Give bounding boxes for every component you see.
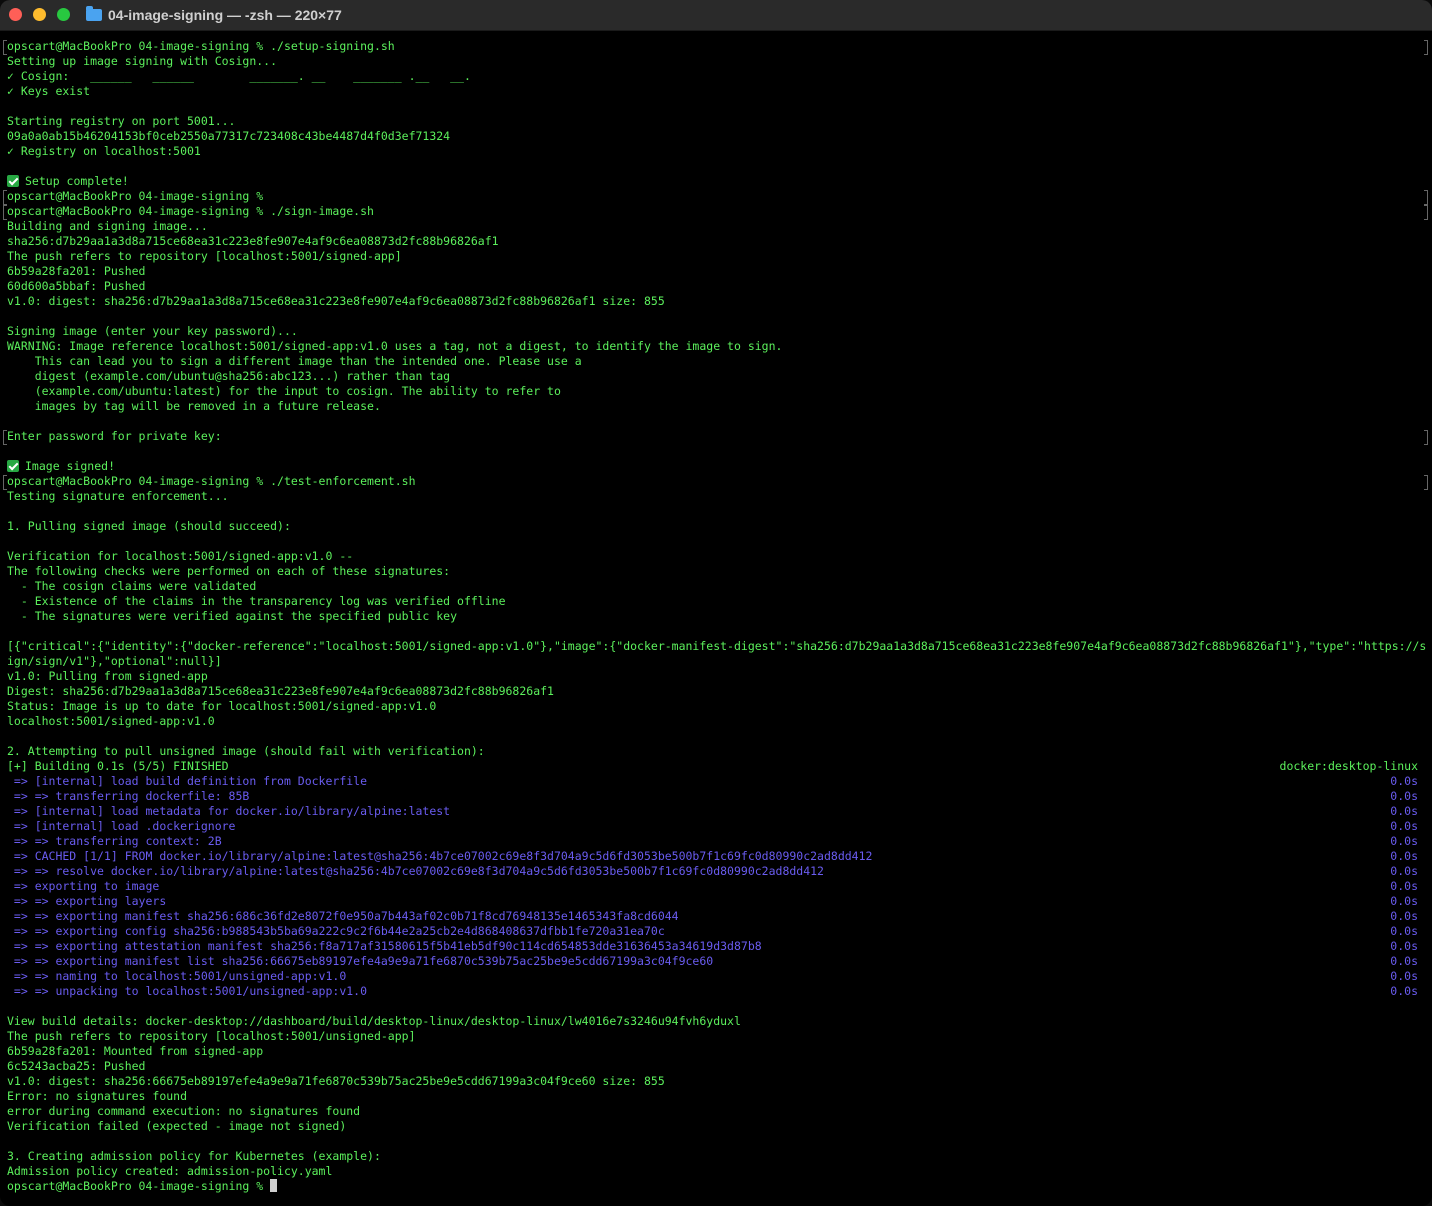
terminal-line: v1.0: digest: sha256:66675eb89197efe4a9e… — [7, 1074, 665, 1088]
terminal-line: - The signatures were verified against t… — [7, 609, 458, 623]
builder-name: docker:desktop-linux — [1279, 759, 1418, 773]
build-step-time: 0.0s — [1390, 954, 1418, 968]
terminal-line: Admission policy created: admission-poli… — [7, 1164, 333, 1178]
build-step-time: 0.0s — [1390, 834, 1418, 848]
build-step-time: 0.0s — [1390, 819, 1418, 833]
terminal-line: - The cosign claims were validated — [7, 579, 257, 593]
prompt-text: opscart@MacBookPro 04-image-signing % — [7, 1179, 271, 1193]
terminal-line: Enter password for private key: — [7, 429, 222, 443]
zoom-window-button[interactable] — [57, 8, 70, 21]
terminal-line: 6b59a28fa201: Pushed — [7, 264, 146, 278]
check-mark-icon — [7, 175, 19, 187]
minimize-window-button[interactable] — [33, 8, 46, 21]
build-step-time: 0.0s — [1390, 864, 1418, 878]
terminal-line: error during command execution: no signa… — [7, 1104, 361, 1118]
terminal-line: Digest: sha256:d7b29aa1a3d8a715ce68ea31c… — [7, 684, 554, 698]
terminal-line: Error: no signatures found — [7, 1089, 188, 1103]
build-step-time: 0.0s — [1390, 909, 1418, 923]
terminal-line: Setup complete! — [7, 174, 1427, 189]
terminal-line: WARNING: Image reference localhost:5001/… — [7, 339, 783, 353]
build-step-time: 0.0s — [1390, 939, 1418, 953]
terminal-line: Starting registry on port 5001... — [7, 114, 236, 128]
terminal-line: v1.0: Pulling from signed-app — [7, 669, 208, 683]
terminal-line: 09a0a0ab15b46204153bf0ceb2550a77317c7234… — [7, 129, 451, 143]
terminal-line: v1.0: digest: sha256:d7b29aa1a3d8a715ce6… — [7, 294, 665, 308]
terminal-line: View build details: docker-desktop://das… — [7, 1014, 741, 1028]
build-step-time: 0.0s — [1390, 984, 1418, 998]
build-step-time: 0.0s — [1390, 849, 1418, 863]
terminal-line: opscart@MacBookPro 04-image-signing % ./… — [7, 204, 374, 218]
terminal-line: Setting up image signing with Cosign... — [7, 54, 278, 68]
terminal-line: opscart@MacBookPro 04-image-signing % — [7, 189, 264, 203]
terminal-line: 2. Attempting to pull unsigned image (sh… — [7, 744, 485, 758]
terminal-line: ign/sign/v1"},"optional":null}] — [7, 654, 222, 668]
terminal-line: - Existence of the claims in the transpa… — [7, 594, 506, 608]
terminal-line: 6b59a28fa201: Mounted from signed-app — [7, 1044, 264, 1058]
terminal-line: opscart@MacBookPro 04-image-signing % ./… — [7, 39, 395, 53]
terminal-line: Status: Image is up to date for localhos… — [7, 699, 437, 713]
terminal-line: Verification for localhost:5001/signed-a… — [7, 549, 354, 563]
terminal-line: Image signed! — [7, 459, 1427, 474]
window-title: 04-image-signing — -zsh — 220×77 — [108, 7, 342, 23]
terminal-line: The push refers to repository [localhost… — [7, 249, 402, 263]
terminal-line: This can lead you to sign a different im… — [7, 354, 582, 368]
terminal-line: (example.com/ubuntu:latest) for the inpu… — [7, 384, 561, 398]
terminal-line: 6c5243acba25: Pushed — [7, 1059, 146, 1073]
check-mark-icon — [7, 460, 19, 472]
terminal-line: 3. Creating admission policy for Kuberne… — [7, 1149, 381, 1163]
terminal-line: sha256:d7b29aa1a3d8a715ce68ea31c223e8fe9… — [7, 234, 499, 248]
terminal-line: ✓ Cosign: ______ ______ _______. __ ____… — [7, 69, 471, 83]
terminal-window: 04-image-signing — -zsh — 220×77 opscart… — [0, 0, 1432, 1206]
command-prompt[interactable]: opscart@MacBookPro 04-image-signing % — [7, 1179, 1427, 1194]
terminal-line: Testing signature enforcement... — [7, 489, 229, 503]
folder-icon — [86, 6, 102, 21]
close-window-button[interactable] — [9, 8, 22, 21]
build-step-time: 0.0s — [1390, 879, 1418, 893]
terminal-line: localhost:5001/signed-app:v1.0 — [7, 714, 215, 728]
terminal-line: ✓ Keys exist — [7, 84, 91, 98]
terminal-line: digest (example.com/ubuntu@sha256:abc123… — [7, 369, 451, 383]
title-bar[interactable]: 04-image-signing — -zsh — 220×77 — [0, 0, 1432, 31]
build-step-time: 0.0s — [1390, 804, 1418, 818]
window-title-group: 04-image-signing — -zsh — 220×77 — [86, 5, 342, 25]
terminal-line: opscart@MacBookPro 04-image-signing % ./… — [7, 474, 416, 488]
image-signed-text: Image signed! — [25, 459, 116, 473]
terminal-output[interactable]: opscart@MacBookPro 04-image-signing % ./… — [0, 31, 1432, 1206]
terminal-line: 60d600a5bbaf: Pushed — [7, 279, 146, 293]
terminal-line: 1. Pulling signed image (should succeed)… — [7, 519, 291, 533]
build-step-time: 0.0s — [1390, 969, 1418, 983]
build-step-time: 0.0s — [1390, 789, 1418, 803]
terminal-line: The following checks were performed on e… — [7, 564, 451, 578]
terminal-line: Building and signing image... — [7, 219, 208, 233]
terminal-line: The push refers to repository [localhost… — [7, 1029, 416, 1043]
terminal-line: ✓ Registry on localhost:5001 — [7, 144, 201, 158]
terminal-line: Signing image (enter your key password).… — [7, 324, 298, 338]
setup-complete-text: Setup complete! — [25, 174, 129, 188]
terminal-line: [{"critical":{"identity":{"docker-refere… — [7, 639, 1427, 653]
build-step-time: 0.0s — [1390, 774, 1418, 788]
text-cursor — [270, 1179, 278, 1192]
terminal-line: images by tag will be removed in a futur… — [7, 399, 381, 413]
terminal-line: Verification failed (expected - image no… — [7, 1119, 347, 1133]
build-step-time: 0.0s — [1390, 894, 1418, 908]
build-step-time: 0.0s — [1390, 924, 1418, 938]
